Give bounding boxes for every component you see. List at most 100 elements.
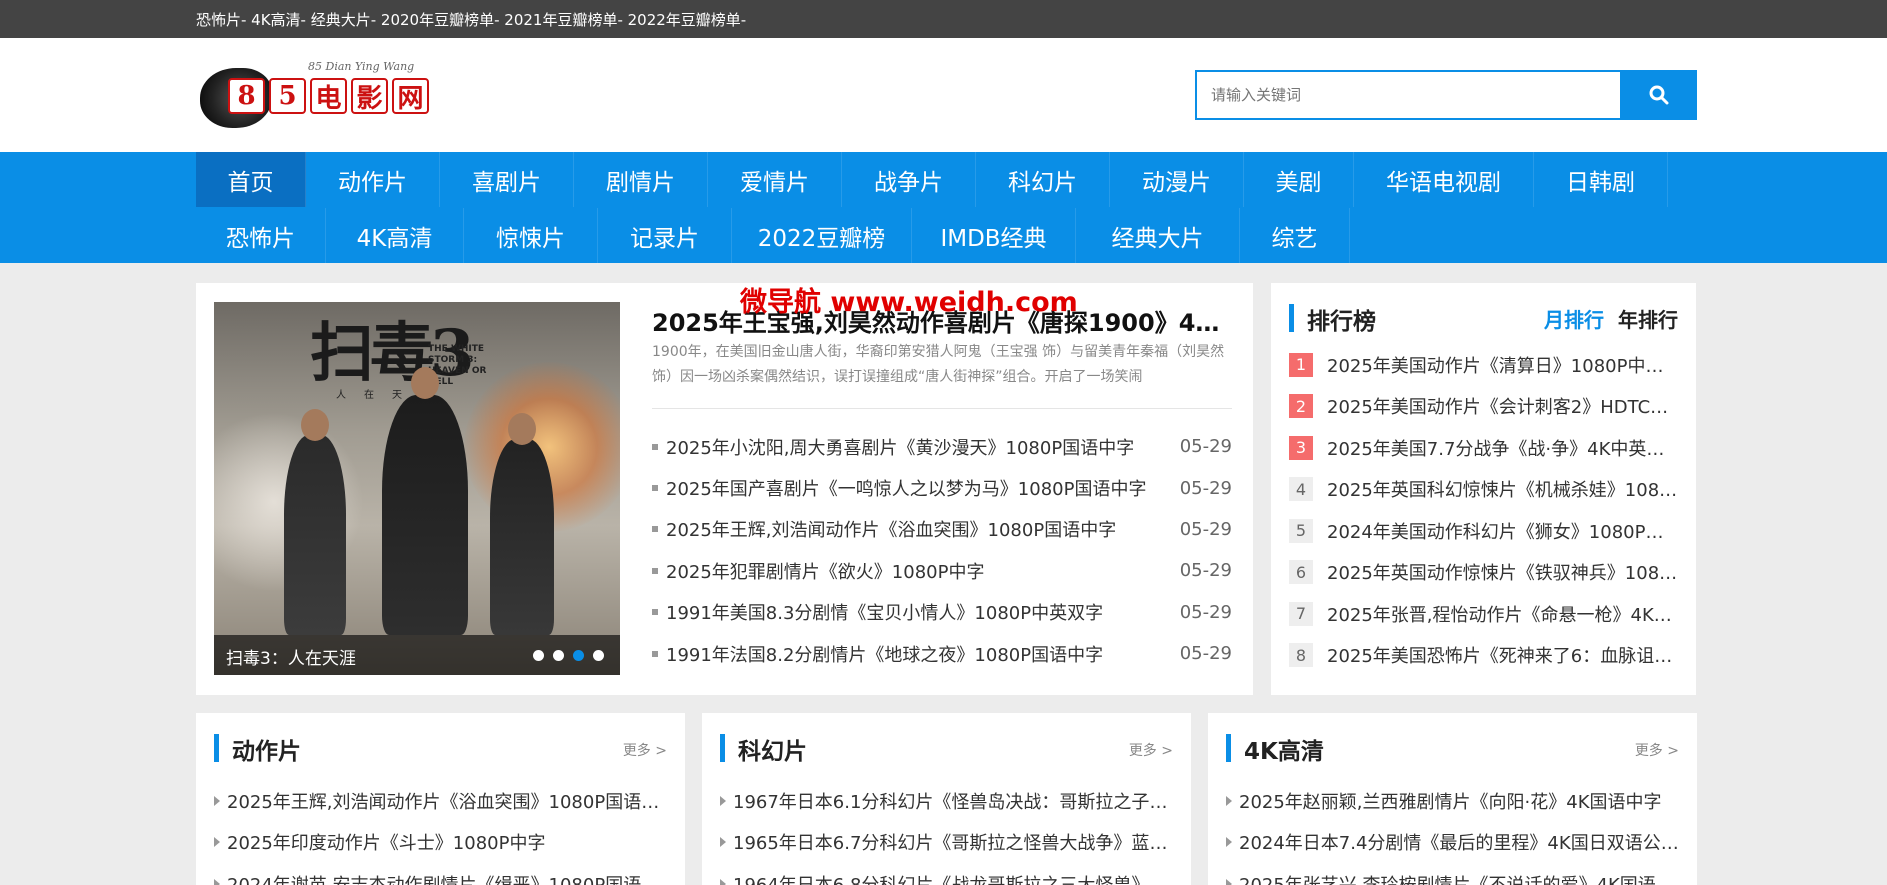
slide-dot[interactable] bbox=[553, 650, 564, 661]
ranking-item-title[interactable]: 2025年美国动作片《清算日》1080P中英双字 bbox=[1327, 352, 1679, 378]
header: 85 Dian Ying Wang 8 5 电 影 网 bbox=[0, 38, 1887, 152]
more-link[interactable]: 更多 > bbox=[623, 740, 667, 760]
nav-item-war[interactable]: 战争片 bbox=[842, 152, 976, 207]
nav-item-4k[interactable]: 4K高清 bbox=[326, 208, 464, 263]
rank-number: 4 bbox=[1289, 477, 1313, 502]
nav-item-classics[interactable]: 经典大片 bbox=[1076, 208, 1240, 263]
news-title[interactable]: 2025年犯罪剧情片《欲火》1080P中字 bbox=[666, 558, 1170, 584]
news-title[interactable]: 1991年法国8.2分剧情片《地球之夜》1080P国语中字 bbox=[666, 641, 1170, 667]
list-item[interactable]: 2025年张艺兴,李玲桉剧情片《不说话的爱》4K国语中字 bbox=[1226, 863, 1681, 885]
list-item-title[interactable]: 2025年王辉,刘浩闻动作片《浴血突围》1080P国语中字 bbox=[227, 788, 669, 814]
nav-item-scifi[interactable]: 科幻片 bbox=[976, 152, 1110, 207]
section-accent-bar bbox=[1289, 304, 1294, 332]
bullet-icon bbox=[652, 443, 658, 450]
nav-item-thriller[interactable]: 惊悚片 bbox=[464, 208, 598, 263]
nav-item-comedy[interactable]: 喜剧片 bbox=[440, 152, 574, 207]
ranking-item[interactable]: 4 2025年英国科幻惊悚片《机械杀娃》1080P中字 bbox=[1289, 469, 1679, 511]
nav-item-us-drama[interactable]: 美剧 bbox=[1244, 152, 1354, 207]
news-title[interactable]: 1991年美国8.3分剧情《宝贝小情人》1080P中英双字 bbox=[666, 599, 1170, 625]
ranking-item-title[interactable]: 2025年美国恐怖片《死神来了6：血脉诅咒》中字 bbox=[1327, 642, 1679, 668]
list-item-title[interactable]: 2024年谢苗,安志杰动作剧情片《缉恶》1080P国语中字 bbox=[227, 871, 669, 885]
nav-item-jp-kr[interactable]: 日韩剧 bbox=[1534, 152, 1668, 207]
ranking-item-title[interactable]: 2025年英国动作惊悚片《铁驭神兵》1080P中字 bbox=[1327, 559, 1679, 585]
nav-item-douban-2022[interactable]: 2022豆瓣榜 bbox=[732, 208, 912, 263]
nav-item-home[interactable]: 首页 bbox=[196, 152, 306, 207]
slide-dot-active[interactable] bbox=[573, 650, 584, 661]
list-item[interactable]: 1967年日本6.1分科幻片《怪兽岛决战：哥斯拉之子》蓝光中字 bbox=[720, 780, 1175, 822]
category-title[interactable]: 科幻片 bbox=[738, 732, 807, 766]
slideshow[interactable]: 扫毒3 THE WHITE STORM 3: HEAVEN OR HELL 人在… bbox=[214, 302, 620, 675]
ranking-item[interactable]: 5 2024年美国动作科幻片《狮女》1080P中英双字 bbox=[1289, 510, 1679, 552]
nav-row-1: 首页 动作片 喜剧片 剧情片 爱情片 战争片 科幻片 动漫片 美剧 华语电视剧 … bbox=[196, 152, 1668, 207]
triangle-bullet-icon bbox=[720, 878, 726, 885]
ranking-item[interactable]: 8 2025年美国恐怖片《死神来了6：血脉诅咒》中字 bbox=[1289, 635, 1679, 677]
ranking-item-title[interactable]: 2025年张晋,程怡动作片《命悬一枪》4K国语中字 bbox=[1327, 601, 1679, 627]
slide-caption[interactable]: 扫毒3：人在天涯 bbox=[226, 644, 356, 669]
search-button[interactable] bbox=[1620, 70, 1697, 120]
list-item[interactable]: 2024年日本7.4分剧情《最后的里程》4K国日双语公映版 bbox=[1226, 822, 1681, 864]
news-title[interactable]: 2025年国产喜剧片《一鸣惊人之以梦为马》1080P国语中字 bbox=[666, 475, 1170, 501]
nav-item-imdb[interactable]: IMDB经典 bbox=[912, 208, 1076, 263]
nav-item-horror[interactable]: 恐怖片 bbox=[196, 208, 326, 263]
more-link[interactable]: 更多 > bbox=[1635, 740, 1679, 760]
list-item[interactable]: 2025年印度动作片《斗士》1080P中字 bbox=[214, 822, 669, 864]
nav-item-romance[interactable]: 爱情片 bbox=[708, 152, 842, 207]
ranking-item-title[interactable]: 2025年英国科幻惊悚片《机械杀娃》1080P中字 bbox=[1327, 476, 1679, 502]
list-item-title[interactable]: 1965年日本6.7分科幻片《哥斯拉之怪兽大战争》蓝光中字 bbox=[733, 829, 1175, 855]
category-panel-scifi: 科幻片 更多 > 1967年日本6.1分科幻片《怪兽岛决战：哥斯拉之子》蓝光中字… bbox=[702, 713, 1191, 885]
news-title[interactable]: 2025年小沈阳,周大勇喜剧片《黄沙漫天》1080P国语中字 bbox=[666, 434, 1170, 460]
ranking-item[interactable]: 6 2025年英国动作惊悚片《铁驭神兵》1080P中字 bbox=[1289, 552, 1679, 594]
site-logo[interactable]: 85 Dian Ying Wang 8 5 电 影 网 bbox=[200, 60, 436, 134]
slide-dot[interactable] bbox=[593, 650, 604, 661]
list-item-title[interactable]: 2024年日本7.4分剧情《最后的里程》4K国日双语公映版 bbox=[1239, 829, 1681, 855]
logo-script: 85 Dian Ying Wang bbox=[308, 60, 415, 73]
ranking-item-title[interactable]: 2025年美国7.7分战争《战·争》4K中英双字 bbox=[1327, 435, 1679, 461]
category-header: 动作片 更多 > bbox=[214, 732, 667, 766]
ranking-title: 排行榜 bbox=[1307, 309, 1376, 335]
nav-item-action[interactable]: 动作片 bbox=[306, 152, 440, 207]
list-item[interactable]: 2025年犯罪剧情片《欲火》1080P中字 05-29 bbox=[652, 550, 1232, 591]
list-item-title[interactable]: 2025年张艺兴,李玲桉剧情片《不说话的爱》4K国语中字 bbox=[1239, 871, 1681, 885]
top-links[interactable]: 恐怖片- 4K高清- 经典大片- 2020年豆瓣榜单- 2021年豆瓣榜单- 2… bbox=[196, 9, 746, 30]
nav-item-documentary[interactable]: 记录片 bbox=[598, 208, 732, 263]
list-item-title[interactable]: 2025年赵丽颖,兰西雅剧情片《向阳·花》4K国语中字 bbox=[1239, 788, 1662, 814]
ranking-tabs: 月排行 年排行 bbox=[1544, 304, 1678, 333]
ranking-item-title[interactable]: 2024年美国动作科幻片《狮女》1080P中英双字 bbox=[1327, 518, 1679, 544]
ranking-item[interactable]: 3 2025年美国7.7分战争《战·争》4K中英双字 bbox=[1289, 427, 1679, 469]
list-item[interactable]: 2025年小沈阳,周大勇喜剧片《黄沙漫天》1080P国语中字 05-29 bbox=[652, 426, 1232, 467]
list-item[interactable]: 1965年日本6.7分科幻片《哥斯拉之怪兽大战争》蓝光中字 bbox=[720, 822, 1175, 864]
list-item-title[interactable]: 1967年日本6.1分科幻片《怪兽岛决战：哥斯拉之子》蓝光中字 bbox=[733, 788, 1175, 814]
category-header: 科幻片 更多 > bbox=[720, 732, 1173, 766]
list-item[interactable]: 2025年王辉,刘浩闻动作片《浴血突围》1080P国语中字 05-29 bbox=[652, 509, 1232, 550]
news-date: 05-29 bbox=[1179, 601, 1232, 623]
more-link[interactable]: 更多 > bbox=[1129, 740, 1173, 760]
category-title[interactable]: 4K高清 bbox=[1244, 732, 1324, 766]
list-item-title[interactable]: 1964年日本6.8分科幻片《战龙哥斯拉之三大怪兽》蓝光中字 bbox=[733, 871, 1175, 885]
list-item[interactable]: 1991年美国8.3分剧情《宝贝小情人》1080P中英双字 05-29 bbox=[652, 592, 1232, 633]
slide-caption-bar: 扫毒3：人在天涯 bbox=[214, 635, 620, 675]
nav-item-variety[interactable]: 综艺 bbox=[1240, 208, 1350, 263]
slide-dot[interactable] bbox=[533, 650, 544, 661]
nav-item-anime[interactable]: 动漫片 bbox=[1110, 152, 1244, 207]
search-input[interactable] bbox=[1195, 70, 1620, 120]
tab-monthly[interactable]: 月排行 bbox=[1544, 304, 1604, 333]
ranking-item[interactable]: 2 2025年美国动作片《会计刺客2》HDTC中字 bbox=[1289, 386, 1679, 428]
nav-item-drama[interactable]: 剧情片 bbox=[574, 152, 708, 207]
list-item[interactable]: 1991年法国8.2分剧情片《地球之夜》1080P国语中字 05-29 bbox=[652, 633, 1232, 674]
category-title[interactable]: 动作片 bbox=[232, 732, 301, 766]
ranking-item-title[interactable]: 2025年美国动作片《会计刺客2》HDTC中字 bbox=[1327, 393, 1679, 419]
news-title[interactable]: 2025年王辉,刘浩闻动作片《浴血突围》1080P国语中字 bbox=[666, 516, 1170, 542]
watermark-text: 微导航 www.weidh.com bbox=[740, 287, 1078, 318]
list-item[interactable]: 2025年国产喜剧片《一鸣惊人之以梦为马》1080P国语中字 05-29 bbox=[652, 467, 1232, 508]
list-item[interactable]: 2025年王辉,刘浩闻动作片《浴血突围》1080P国语中字 bbox=[214, 780, 669, 822]
nav-item-chinese-tv[interactable]: 华语电视剧 bbox=[1354, 152, 1534, 207]
ranking-item[interactable]: 7 2025年张晋,程怡动作片《命悬一枪》4K国语中字 bbox=[1289, 593, 1679, 635]
tab-yearly[interactable]: 年排行 bbox=[1618, 304, 1678, 333]
ranking-item[interactable]: 1 2025年美国动作片《清算日》1080P中英双字 bbox=[1289, 344, 1679, 386]
list-item[interactable]: 2024年谢苗,安志杰动作剧情片《缉恶》1080P国语中字 bbox=[214, 863, 669, 885]
list-item[interactable]: 1964年日本6.8分科幻片《战龙哥斯拉之三大怪兽》蓝光中字 bbox=[720, 863, 1175, 885]
list-item-title[interactable]: 2025年印度动作片《斗士》1080P中字 bbox=[227, 829, 545, 855]
list-item[interactable]: 2025年赵丽颖,兰西雅剧情片《向阳·花》4K国语中字 bbox=[1226, 780, 1681, 822]
category-header: 4K高清 更多 > bbox=[1226, 732, 1679, 766]
category-panel-action: 动作片 更多 > 2025年王辉,刘浩闻动作片《浴血突围》1080P国语中字 2… bbox=[196, 713, 685, 885]
